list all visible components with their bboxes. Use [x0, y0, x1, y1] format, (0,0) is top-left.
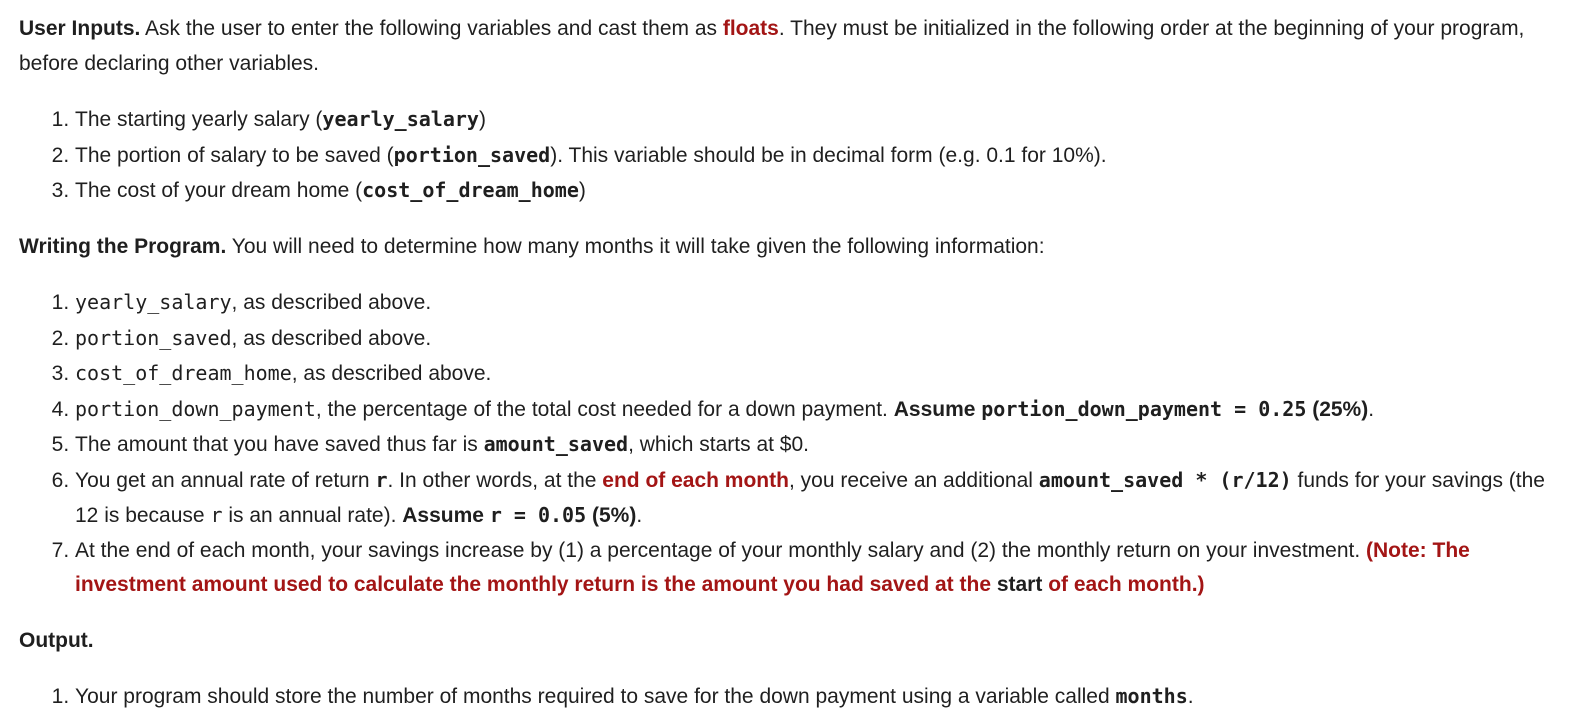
- end-of-month-highlight: end of each month: [602, 468, 789, 492]
- item-text: ): [478, 108, 486, 131]
- code-amount-saved: amount_saved: [483, 432, 629, 456]
- code-portion-down-payment: portion_down_payment: [75, 396, 316, 421]
- user-inputs-intro-1: Ask the user to enter the following vari…: [140, 17, 723, 40]
- code-rate-assumption: r = 0.05: [489, 503, 587, 527]
- item-text: .: [1368, 397, 1375, 421]
- output-paragraph: Output.: [19, 624, 1551, 659]
- code-monthly-return-formula: amount_saved * (r/12): [1038, 467, 1292, 492]
- list-item: Your program should store the number of …: [75, 679, 1551, 715]
- list-item: The cost of your dream home (cost_of_dre…: [75, 173, 1551, 209]
- user-inputs-list: The starting yearly salary (yearly_salar…: [19, 102, 1551, 209]
- list-item: portion_down_payment, the percentage of …: [75, 392, 1551, 428]
- item-text: .: [636, 504, 643, 527]
- item-text: Your program should store the number of …: [75, 685, 1116, 708]
- list-item: The amount that you have saved thus far …: [75, 427, 1551, 463]
- user-inputs-paragraph: User Inputs. Ask the user to enter the f…: [19, 12, 1551, 81]
- note-start-word: start: [996, 573, 1043, 596]
- assume-percent: (25%): [1306, 397, 1369, 421]
- item-text: . In other words, at the: [387, 468, 603, 492]
- writing-program-intro: You will need to determine how many mont…: [226, 234, 1045, 258]
- writing-program-list: yearly_salary, as described above. porti…: [19, 285, 1551, 603]
- code-yearly-salary: yearly_salary: [75, 290, 232, 314]
- writing-program-paragraph: Writing the Program. You will need to de…: [19, 230, 1551, 265]
- list-item: The portion of salary to be saved (porti…: [75, 138, 1551, 174]
- list-item: The starting yearly salary (yearly_salar…: [75, 102, 1551, 138]
- floats-highlight: floats: [722, 17, 779, 40]
- list-item: yearly_salary, as described above.: [75, 285, 1551, 321]
- code-yearly-salary: yearly_salary: [322, 107, 479, 131]
- item-text: At the end of each month, your savings i…: [75, 538, 1367, 562]
- item-text: , the percentage of the total cost neede…: [315, 397, 894, 421]
- assume-label: Assume: [402, 504, 490, 527]
- assume-label: Assume: [893, 397, 982, 421]
- item-text: , as described above.: [291, 362, 492, 385]
- item-text: You get an annual rate of return: [75, 468, 376, 492]
- item-text: The cost of your dream home (: [75, 179, 363, 202]
- code-portion-saved: portion_saved: [75, 325, 232, 350]
- item-text: , you receive an additional: [788, 468, 1039, 492]
- item-text: is an annual rate).: [222, 504, 403, 527]
- output-heading: Output.: [19, 628, 94, 652]
- item-text: ): [578, 179, 586, 202]
- code-months: months: [1115, 684, 1188, 708]
- item-text: , as described above.: [231, 326, 432, 350]
- item-text: ). This variable should be in decimal fo…: [550, 143, 1107, 167]
- code-portion-saved: portion_saved: [393, 142, 551, 167]
- code-cost-of-dream-home: cost_of_dream_home: [362, 178, 579, 202]
- output-list: Your program should store the number of …: [19, 679, 1551, 715]
- code-cost-of-dream-home: cost_of_dream_home: [75, 361, 292, 385]
- item-text: The portion of salary to be saved (: [75, 143, 394, 167]
- item-text: The starting yearly salary (: [75, 108, 323, 131]
- list-item: You get an annual rate of return r. In o…: [75, 463, 1551, 534]
- list-item: At the end of each month, your savings i…: [75, 534, 1551, 603]
- list-item: portion_saved, as described above.: [75, 321, 1551, 357]
- list-item: cost_of_dream_home, as described above.: [75, 356, 1551, 392]
- code-down-payment-assumption: portion_down_payment = 0.25: [981, 396, 1307, 421]
- item-text: , as described above.: [231, 291, 432, 314]
- code-r: r: [210, 503, 223, 527]
- user-inputs-heading: User Inputs.: [19, 17, 141, 40]
- code-r: r: [375, 467, 388, 492]
- item-text: , which starts at $0.: [628, 433, 809, 456]
- item-text: .: [1187, 685, 1194, 708]
- item-text: The amount that you have saved thus far …: [75, 433, 484, 456]
- assume-percent: (5%): [586, 504, 637, 527]
- instructions-page: User Inputs. Ask the user to enter the f…: [0, 0, 1571, 715]
- note-highlight-end: of each month.): [1042, 573, 1205, 596]
- writing-program-heading: Writing the Program.: [19, 234, 227, 258]
